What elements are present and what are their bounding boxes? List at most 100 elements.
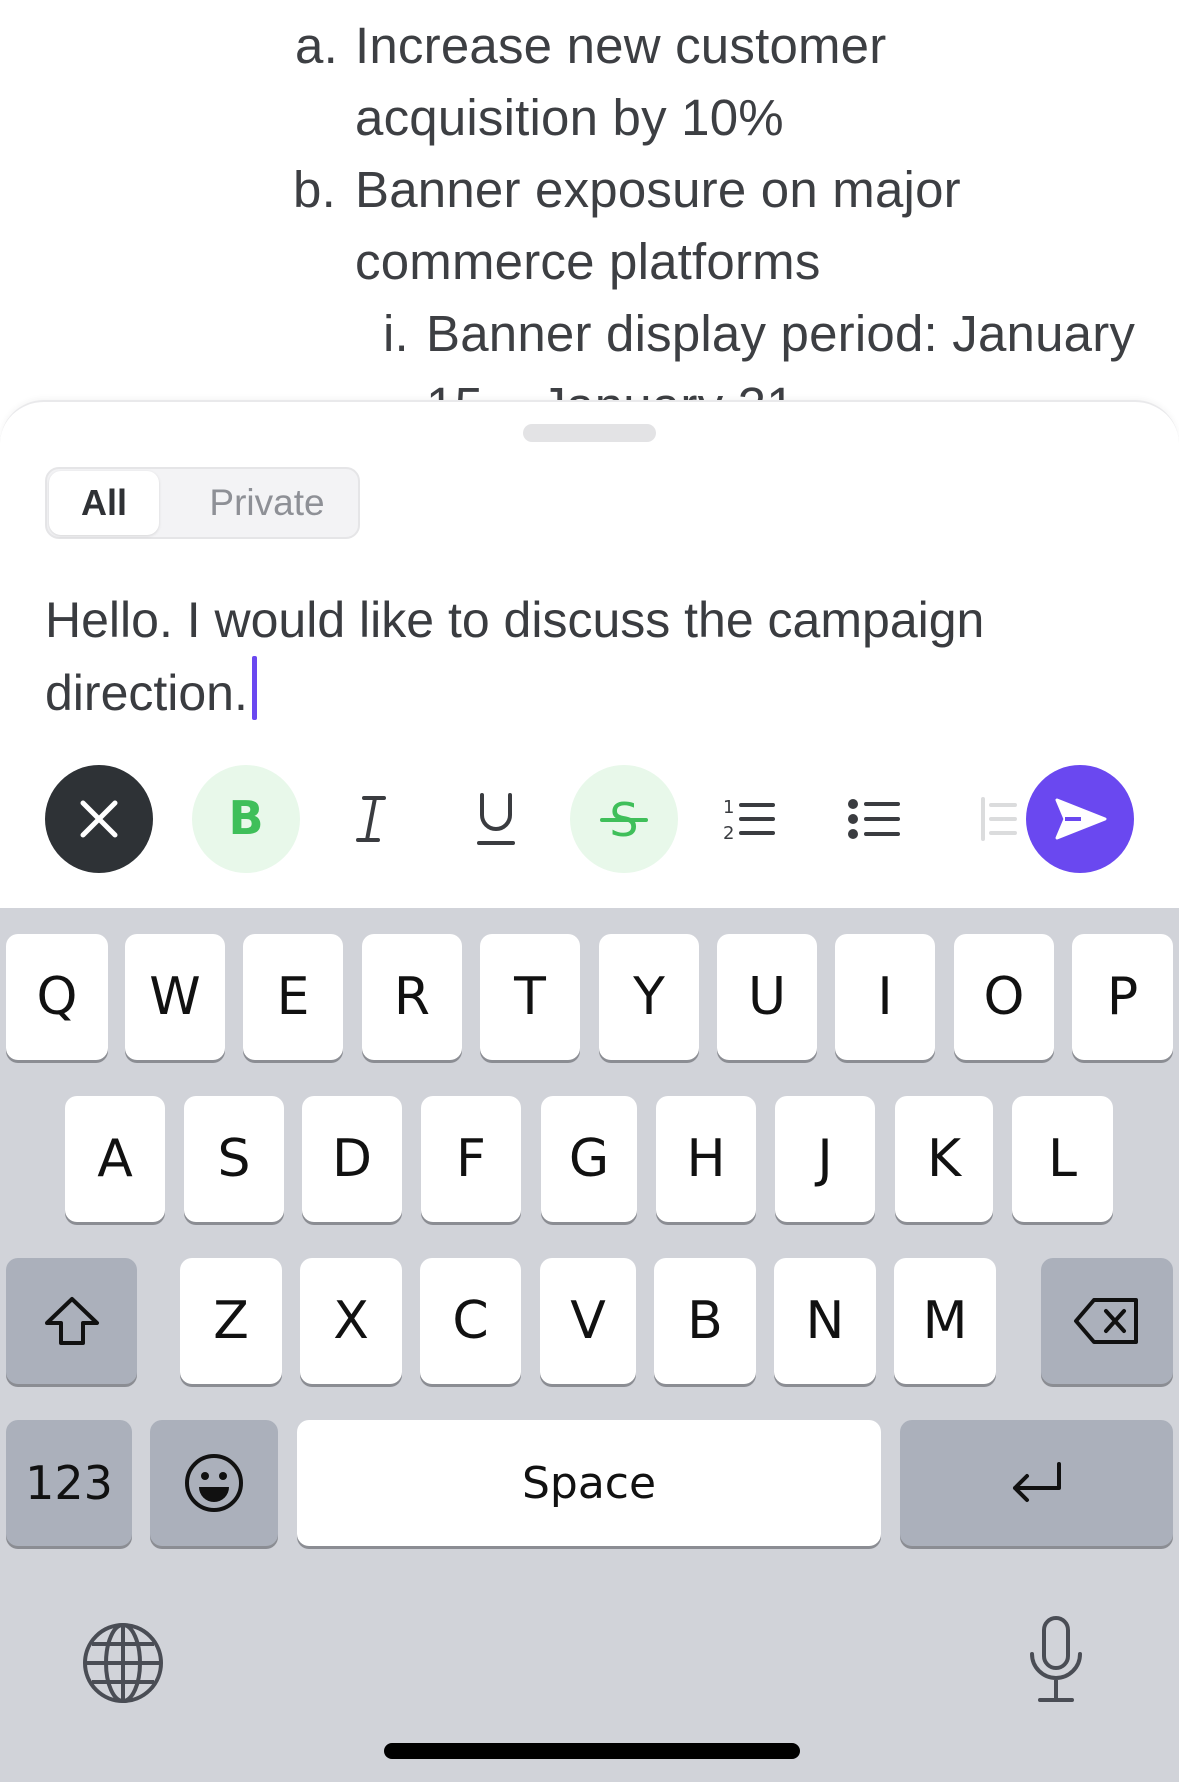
key-l[interactable]: L (1012, 1096, 1113, 1222)
globe-button[interactable] (80, 1620, 166, 1706)
key-label: A (97, 1129, 133, 1189)
key-f[interactable]: F (421, 1096, 521, 1222)
key-label: W (149, 967, 201, 1027)
numbered-list-button[interactable]: 12 (695, 765, 803, 873)
key-label: F (456, 1129, 486, 1189)
shift-icon (44, 1297, 99, 1345)
key-u[interactable]: U (717, 934, 817, 1060)
numbers-key[interactable]: 123 (6, 1420, 132, 1546)
key-g[interactable]: G (541, 1096, 637, 1222)
key-y[interactable]: Y (599, 934, 699, 1060)
close-button[interactable] (45, 765, 153, 873)
send-button[interactable] (1026, 765, 1134, 873)
key-k[interactable]: K (895, 1096, 993, 1222)
document-line: Banner exposure on major (355, 161, 961, 218)
key-i[interactable]: I (835, 934, 935, 1060)
key-label: N (805, 1291, 845, 1351)
key-label: H (686, 1129, 726, 1189)
space-key[interactable]: Space (297, 1420, 881, 1546)
document-line: Banner display period: January (426, 305, 1136, 362)
key-label: L (1048, 1129, 1077, 1189)
document-line: Increase new customer (355, 17, 887, 74)
key-b[interactable]: B (654, 1258, 756, 1384)
key-label: B (687, 1291, 723, 1351)
key-o[interactable]: O (954, 934, 1054, 1060)
text-caret (251, 656, 257, 720)
key-label: U (747, 967, 787, 1027)
key-q[interactable]: Q (6, 934, 108, 1060)
numbered-list-icon: 12 (723, 797, 775, 844)
sheet-grabber[interactable] (523, 424, 656, 442)
emoji-key[interactable] (150, 1420, 278, 1546)
microphone-icon (1030, 1616, 1082, 1702)
key-label: X (333, 1291, 369, 1351)
comment-text: Hello. I would like to discuss the campa… (45, 592, 985, 721)
key-e[interactable]: E (243, 934, 343, 1060)
underline-icon (477, 793, 515, 845)
document-line: acquisition by 10% (355, 89, 784, 146)
close-icon (80, 800, 118, 838)
keyboard: Q W E R T Y U I O P A S D F G H J K L Z … (0, 908, 1179, 1782)
key-label: E (276, 967, 310, 1027)
bullet-list-button[interactable] (820, 765, 928, 873)
key-a[interactable]: A (65, 1096, 165, 1222)
key-s[interactable]: S (184, 1096, 284, 1222)
key-w[interactable]: W (125, 934, 225, 1060)
comment-input[interactable]: Hello. I would like to discuss the campa… (45, 584, 1135, 729)
key-label: J (817, 1129, 833, 1189)
key-d[interactable]: D (302, 1096, 402, 1222)
document-line: commerce platforms (355, 233, 821, 290)
key-p[interactable]: P (1072, 934, 1173, 1060)
key-label: Z (213, 1291, 249, 1351)
key-label: D (331, 1129, 373, 1189)
return-icon (1012, 1462, 1061, 1502)
italic-button[interactable] (317, 765, 425, 873)
bold-icon: B (228, 794, 263, 844)
key-label: M (922, 1291, 968, 1351)
send-icon (1055, 798, 1107, 840)
key-label: I (877, 967, 893, 1027)
key-c[interactable]: C (420, 1258, 521, 1384)
key-label: Y (633, 967, 665, 1027)
bold-button[interactable]: B (192, 765, 300, 873)
underline-button[interactable] (442, 765, 550, 873)
segment-private[interactable]: Private (187, 471, 347, 535)
key-x[interactable]: X (300, 1258, 402, 1384)
document-background: a. Increase new customer acquisition by … (0, 0, 1179, 434)
microphone-button[interactable] (1024, 1614, 1088, 1706)
key-label: S (217, 1129, 251, 1189)
key-label: G (568, 1129, 610, 1189)
shift-key[interactable] (6, 1258, 137, 1384)
strikethrough-button[interactable]: S (570, 765, 678, 873)
list-marker: a. (295, 17, 338, 74)
key-j[interactable]: J (775, 1096, 875, 1222)
return-key[interactable] (900, 1420, 1173, 1546)
key-m[interactable]: M (894, 1258, 996, 1384)
segment-all[interactable]: All (49, 471, 159, 535)
strikethrough-icon: S (600, 793, 648, 845)
key-label: V (570, 1291, 606, 1351)
key-label: Space (521, 1457, 657, 1509)
key-label: Q (36, 967, 78, 1027)
italic-icon (356, 796, 386, 842)
key-z[interactable]: Z (180, 1258, 282, 1384)
backspace-icon (1074, 1298, 1138, 1344)
globe-icon (83, 1623, 163, 1703)
svg-text:B: B (228, 794, 263, 844)
key-label: C (452, 1291, 489, 1351)
key-h[interactable]: H (656, 1096, 756, 1222)
key-r[interactable]: R (362, 934, 462, 1060)
home-indicator (384, 1743, 800, 1759)
key-label: O (983, 967, 1025, 1027)
key-label: 123 (25, 1456, 113, 1510)
visibility-segmented-control: All Private (45, 467, 360, 539)
list-marker: i. (383, 305, 409, 362)
key-t[interactable]: T (480, 934, 580, 1060)
svg-text:1: 1 (723, 797, 734, 818)
bullet-list-icon (848, 799, 900, 839)
key-v[interactable]: V (540, 1258, 636, 1384)
backspace-key[interactable] (1041, 1258, 1173, 1384)
key-label: R (393, 967, 431, 1027)
key-n[interactable]: N (774, 1258, 876, 1384)
svg-text:2: 2 (723, 823, 734, 844)
